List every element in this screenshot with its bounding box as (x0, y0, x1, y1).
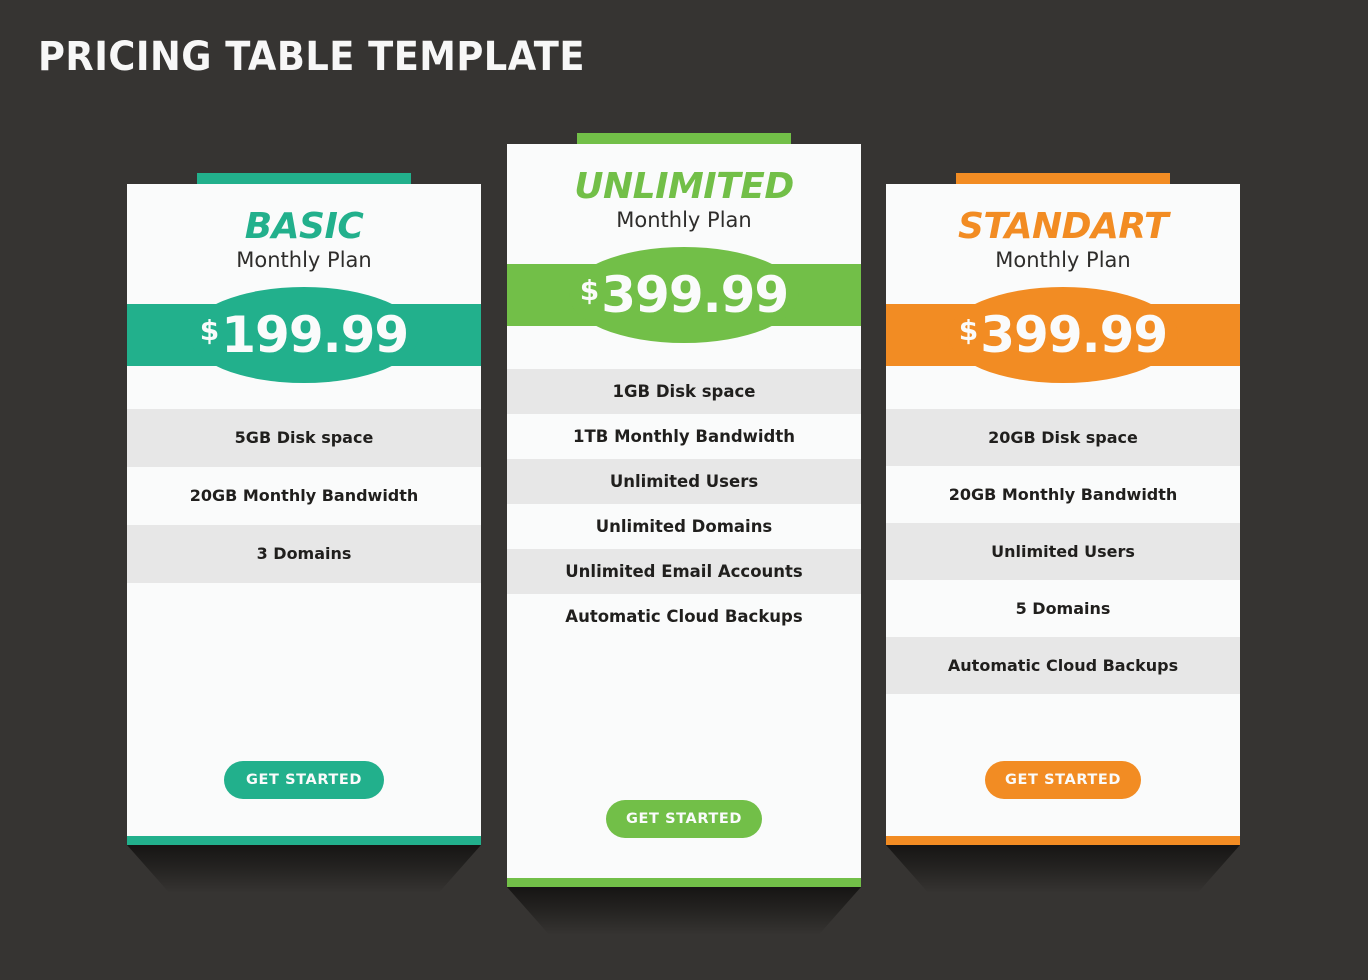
feature-row: Automatic Cloud Backups (507, 593, 861, 639)
card-body-basic: BASIC Monthly Plan $ 199.99 5GB Disk spa… (127, 184, 481, 836)
get-started-button-standart[interactable]: GET STARTED (985, 761, 1141, 799)
price-amount-standart: 399.99 (980, 305, 1168, 364)
feature-row: Automatic Cloud Backups (886, 636, 1240, 694)
price-display-standart: $ 399.99 (886, 287, 1240, 383)
get-started-button-basic[interactable]: GET STARTED (224, 761, 384, 799)
plan-header-basic: BASIC Monthly Plan (127, 184, 481, 273)
price-display-basic: $ 199.99 (127, 287, 481, 383)
feature-row: Unlimited Email Accounts (507, 548, 861, 594)
card-bottom-accent-unlimited (507, 878, 861, 887)
card-shadow-basic (127, 845, 481, 893)
plan-name-unlimited: UNLIMITED (574, 166, 794, 207)
card-bottom-accent-basic (127, 836, 481, 845)
plan-header-unlimited: UNLIMITED Monthly Plan (507, 144, 861, 233)
cta-wrap-basic: GET STARTED (127, 761, 481, 799)
page-title: PRICING TABLE TEMPLATE (38, 34, 585, 80)
feature-row: 20GB Monthly Bandwidth (127, 466, 481, 525)
plan-period-basic: Monthly Plan (236, 247, 372, 272)
feature-row: Unlimited Domains (507, 503, 861, 549)
currency-symbol-basic: $ (199, 313, 220, 347)
plan-header-standart: STANDART Monthly Plan (886, 184, 1240, 273)
feature-row: Unlimited Users (507, 458, 861, 504)
card-shadow-standart (886, 845, 1240, 893)
get-started-button-unlimited[interactable]: GET STARTED (606, 800, 762, 838)
currency-symbol-unlimited: $ (579, 273, 600, 307)
feature-row: 1GB Disk space (507, 368, 861, 414)
feature-row: 20GB Monthly Bandwidth (886, 465, 1240, 523)
card-body-standart: STANDART Monthly Plan $ 399.99 20GB Disk… (886, 184, 1240, 836)
plan-period-unlimited: Monthly Plan (616, 207, 752, 232)
cta-wrap-unlimited: GET STARTED (507, 800, 861, 838)
price-band-unlimited: $ 399.99 (507, 246, 861, 343)
feature-list-standart: 20GB Disk space 20GB Monthly Bandwidth Unl… (886, 408, 1240, 694)
card-bottom-accent-standart (886, 836, 1240, 845)
price-amount-unlimited: 399.99 (601, 265, 789, 324)
card-body-unlimited: UNLIMITED Monthly Plan $ 399.99 1GB Disk… (507, 144, 861, 878)
feature-row: 20GB Disk space (886, 408, 1240, 466)
feature-row: 1TB Monthly Bandwidth (507, 413, 861, 459)
feature-list-basic: 5GB Disk space 20GB Monthly Bandwidth 3 Do… (127, 408, 481, 583)
card-top-accent-unlimited (577, 133, 791, 144)
currency-symbol-standart: $ (958, 313, 979, 347)
cta-wrap-standart: GET STARTED (886, 761, 1240, 799)
price-band-standart: $ 399.99 (886, 286, 1240, 383)
plan-name-standart: STANDART (957, 206, 1169, 247)
plan-name-basic: BASIC (244, 206, 364, 247)
card-shadow-unlimited (507, 887, 861, 935)
feature-row: 5 Domains (886, 579, 1240, 637)
plan-period-standart: Monthly Plan (995, 247, 1131, 272)
feature-row: 5GB Disk space (127, 408, 481, 467)
price-band-basic: $ 199.99 (127, 286, 481, 383)
feature-row: 3 Domains (127, 524, 481, 583)
price-display-unlimited: $ 399.99 (507, 247, 861, 343)
card-top-accent-basic (197, 173, 411, 184)
price-amount-basic: 199.99 (221, 305, 409, 364)
feature-row: Unlimited Users (886, 522, 1240, 580)
card-top-accent-standart (956, 173, 1170, 184)
feature-list-unlimited: 1GB Disk space 1TB Monthly Bandwidth Unlim… (507, 368, 861, 639)
